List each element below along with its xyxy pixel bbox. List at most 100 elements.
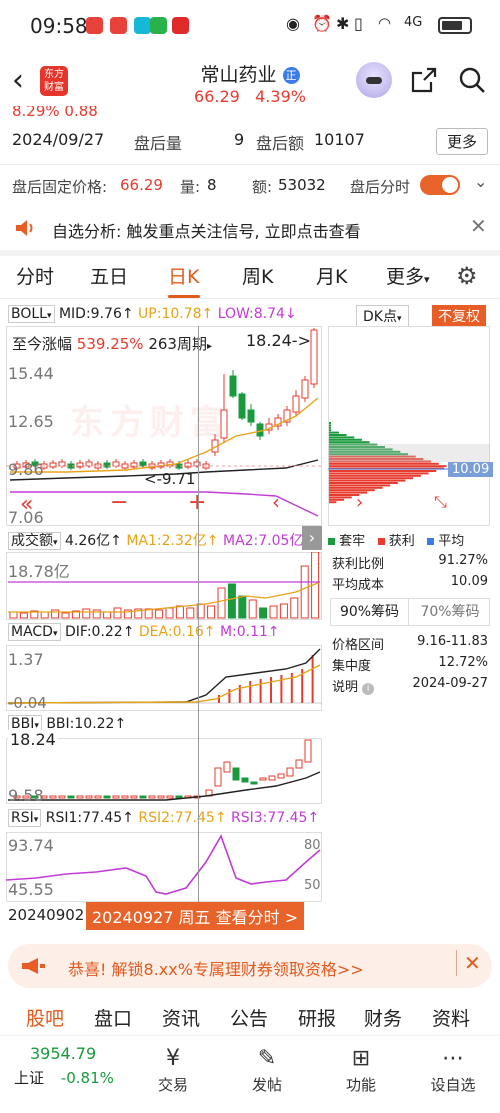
macd-bar (249, 681, 252, 703)
candle (310, 329, 318, 385)
after-hours-timeshare-toggle[interactable] (420, 175, 460, 195)
tab-daily-k[interactable]: 日K (168, 262, 199, 289)
tab-research[interactable]: 研报 (298, 1004, 336, 1031)
macd-dea: DEA:0.16↑ (138, 624, 216, 640)
bbi-y-top: 18.24 (8, 730, 58, 749)
tab-chip-90[interactable]: 90%筹码 (331, 599, 409, 625)
fixed-volume-label: 量: (180, 178, 201, 196)
macd-bar (228, 689, 231, 703)
candle (112, 461, 120, 467)
bbi-candle (223, 761, 231, 773)
bbi-candle (295, 759, 303, 769)
section-divider (0, 250, 500, 256)
fixed-amount-value: 53032 (278, 176, 326, 194)
crosshair-line (198, 326, 199, 902)
set-watchlist-button[interactable]: ⋯ 设自选 (418, 1044, 488, 1095)
profit-ratio-row: 获利比例 91.27% (332, 553, 488, 572)
candle (238, 393, 246, 419)
price-range-value: 9.16-11.83 (417, 634, 488, 649)
price-range-row: 价格区间 9.16-11.83 (332, 634, 488, 653)
tab-chip-70[interactable]: 70%筹码 (411, 599, 489, 625)
index-ticker[interactable]: 3954.79 上证 -0.81% (14, 1044, 124, 1088)
indicator-select-volume[interactable]: 成交额▾ (8, 532, 61, 550)
volume-bar (175, 605, 184, 619)
signal-label: 4G (404, 15, 423, 30)
volume-bar (82, 608, 91, 619)
tab-finance[interactable]: 财务 (364, 1004, 402, 1031)
avg-cost-row: 平均成本 10.09 (332, 574, 488, 593)
tab-monthly-k[interactable]: 月K (316, 262, 347, 289)
tab-pankou[interactable]: 盘口 (94, 1004, 132, 1031)
candle (193, 461, 201, 467)
stock-price: 66.29 (194, 87, 240, 106)
concentration-row: 集中度 12.72% (332, 655, 488, 674)
bbi-candle (103, 795, 111, 799)
tab-timeshare[interactable]: 分时 (16, 262, 54, 289)
volume-bar (9, 611, 18, 619)
tab-news[interactable]: 资讯 (162, 1004, 200, 1031)
collapse-panel-icon[interactable]: › (302, 526, 322, 550)
tab-more[interactable]: 更多▾ (386, 262, 430, 289)
rsi-y-top: 93.74 (8, 836, 54, 855)
y-axis-top: 15.44 (8, 364, 54, 383)
post-button[interactable]: ✎ 发帖 (232, 1044, 302, 1095)
index-name: 上证 (14, 1069, 45, 1087)
share-icon[interactable] (410, 66, 438, 94)
chip-bar (329, 474, 421, 477)
tab-guba[interactable]: 股吧 (26, 1004, 64, 1031)
bbi-value: BBI:10.22↑ (46, 716, 127, 732)
tab-announcements[interactable]: 公告 (230, 1004, 268, 1031)
chip-prev-icon[interactable]: › (356, 492, 363, 513)
app-notification-icon (172, 17, 189, 34)
close-icon[interactable]: ✕ (464, 951, 481, 975)
trade-button[interactable]: ¥ 交易 (138, 1044, 208, 1095)
volume-bar (61, 612, 70, 619)
tab-profile[interactable]: 资料 (432, 1004, 470, 1031)
volume-bar (227, 583, 236, 619)
chip-bar (329, 438, 362, 441)
scroll-prev-icon[interactable]: ‹ (272, 490, 280, 514)
stock-header: ‹ 东方 财富 常山药业 正 66.29 4.39% (0, 52, 500, 110)
gear-icon[interactable]: ⚙ (456, 262, 478, 290)
stock-badge: 正 (282, 67, 300, 84)
boll-legend: BOLL▾ MID:9.76↑ UP:10.78↑ LOW:8.74↓ (8, 305, 297, 323)
indicator-select-macd[interactable]: MACD▾ (8, 623, 61, 641)
battery-icon (438, 17, 472, 34)
signal-alert[interactable]: 自选分析: 触发重点关注信号, 立即点击查看 ✕ (0, 208, 500, 248)
edit-icon: ✎ (257, 1046, 277, 1071)
index-change: -0.81% (60, 1069, 114, 1087)
bbi-candle (157, 795, 165, 799)
quote-date: 2024/09/27 (12, 130, 105, 149)
note-row: 说明 i 2024-09-27 (332, 676, 488, 695)
chip-bar (329, 501, 337, 504)
expand-icon[interactable]: ⤡ (434, 492, 447, 512)
volume-bar (51, 609, 60, 619)
chip-bar (329, 429, 332, 432)
chevron-down-icon[interactable]: ⌄ (474, 172, 487, 191)
adjust-mode-button[interactable]: 不复权 (432, 305, 486, 327)
zoom-out-icon[interactable]: − (110, 490, 128, 515)
section-tabs: 股吧 盘口 资讯 公告 研报 财务 资料 (0, 1004, 500, 1036)
candle (301, 379, 309, 399)
info-icon[interactable]: i (362, 683, 375, 695)
tab-five-day[interactable]: 五日 (90, 262, 128, 289)
dk-point-button[interactable]: DK点▾ (356, 305, 409, 327)
search-icon[interactable] (458, 66, 486, 94)
ai-assistant-avatar[interactable] (356, 62, 392, 98)
indicator-select-boll[interactable]: BOLL▾ (8, 305, 55, 323)
view-timeshare-button[interactable]: 20240927 周五 查看分时 > (86, 902, 305, 930)
indicator-select-rsi[interactable]: RSI▾ (8, 809, 42, 827)
concentration-value: 12.72% (438, 655, 488, 670)
alert-text: 自选分析: 触发重点关注信号, 立即点击查看 (52, 222, 361, 241)
volume-y-top: 18.78亿 (8, 562, 70, 581)
candle (247, 409, 255, 423)
stock-change-pct: 4.39% (255, 87, 306, 106)
promo-banner[interactable]: 恭喜! 解锁8.xx%专属理财券领取资格>> ✕ (8, 944, 492, 988)
functions-button[interactable]: ⊞ 功能 (326, 1044, 396, 1095)
tab-weekly-k[interactable]: 周K (242, 262, 273, 289)
bbi-candle (175, 795, 183, 799)
more-button[interactable]: 更多 (435, 128, 488, 155)
scroll-left-icon[interactable]: « (20, 492, 33, 517)
chip-bar (329, 431, 339, 434)
close-icon[interactable]: ✕ (470, 214, 487, 238)
